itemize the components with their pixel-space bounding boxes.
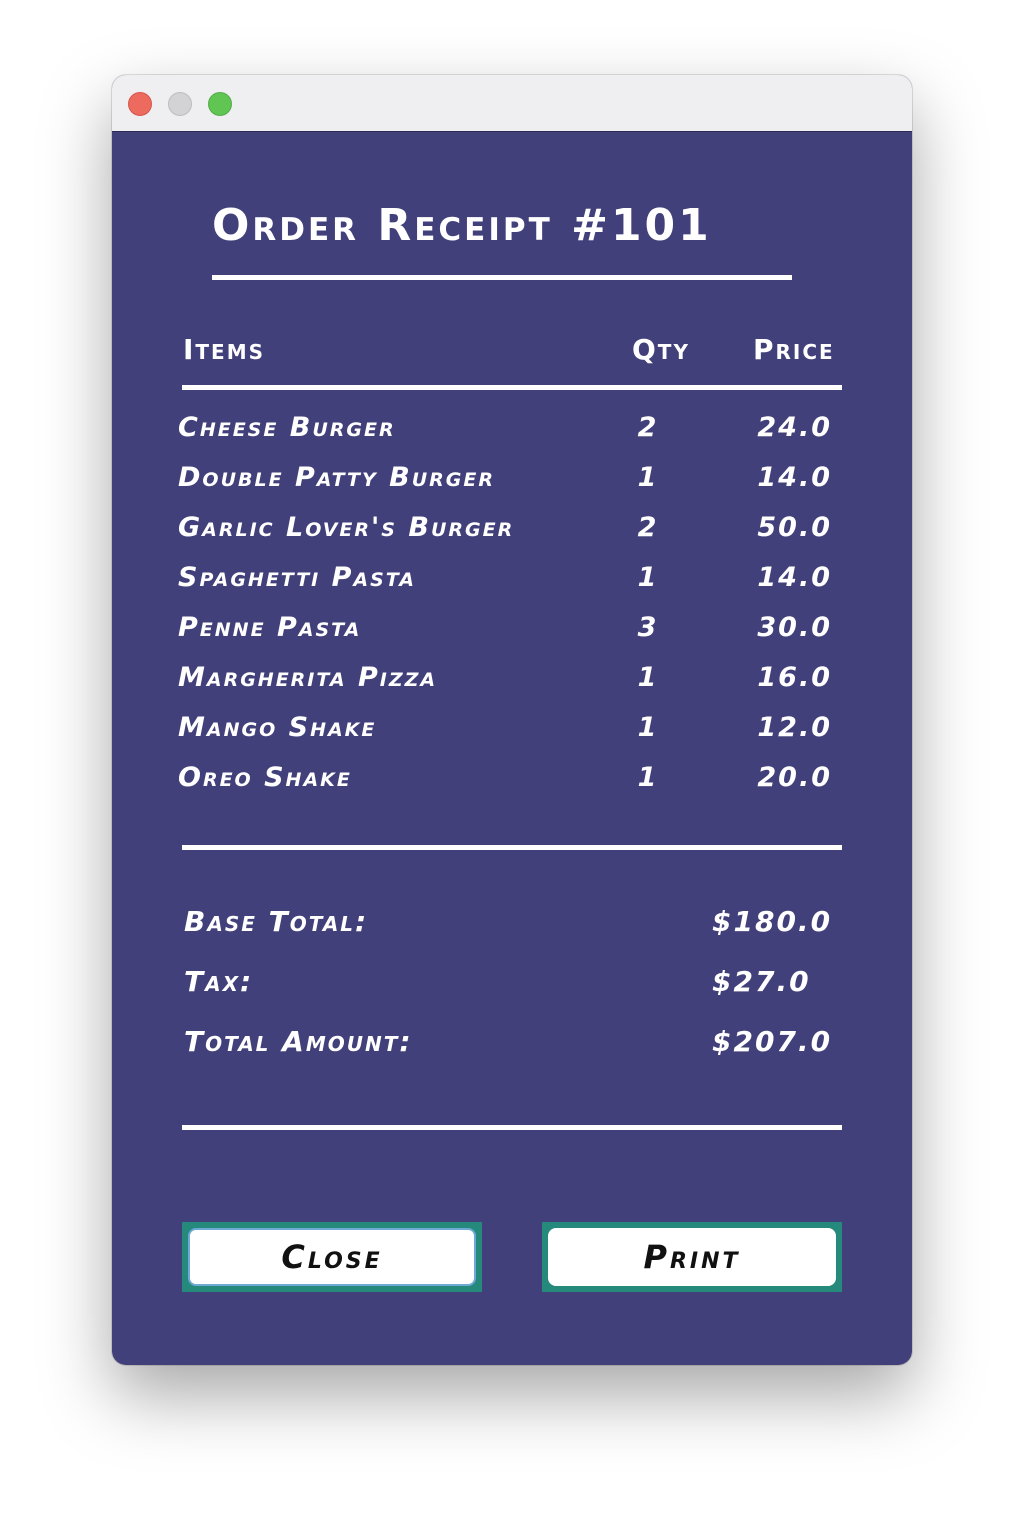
header-qty: Qty — [632, 333, 690, 366]
list-item: Margherita Pizza 1 16.0 — [112, 662, 912, 702]
receipt-title: Order Receipt #101 — [212, 200, 712, 251]
item-name: Cheese Burger — [178, 412, 396, 443]
item-name: Penne Pasta — [178, 612, 362, 643]
item-qty: 2 — [637, 512, 659, 543]
list-item: Spaghetti Pasta 1 14.0 — [112, 562, 912, 602]
list-item: Mango Shake 1 12.0 — [112, 712, 912, 752]
item-price: 30.0 — [757, 612, 832, 643]
item-qty: 1 — [637, 562, 659, 593]
tax-label: Tax: — [184, 965, 254, 998]
tax-value: $27.0 — [712, 965, 811, 998]
receipt-content: Order Receipt #101 Items Qty Price Chees… — [112, 132, 912, 1365]
summary-divider — [182, 1125, 842, 1130]
item-price: 20.0 — [757, 762, 832, 793]
total-amount-value: $207.0 — [712, 1025, 833, 1058]
item-qty: 1 — [637, 462, 659, 493]
minimize-window-icon[interactable] — [168, 92, 192, 116]
title-divider — [212, 275, 792, 280]
header-price: Price — [753, 333, 835, 366]
item-qty: 2 — [637, 412, 659, 443]
item-name: Spaghetti Pasta — [178, 562, 417, 593]
close-button-frame: Close — [182, 1222, 482, 1292]
list-item: Penne Pasta 3 30.0 — [112, 612, 912, 652]
header-items: Items — [183, 333, 266, 366]
close-window-icon[interactable] — [128, 92, 152, 116]
item-name: Oreo Shake — [178, 762, 352, 793]
base-total-value: $180.0 — [712, 905, 833, 938]
item-name: Mango Shake — [178, 712, 377, 743]
list-item: Oreo Shake 1 20.0 — [112, 762, 912, 802]
item-qty: 1 — [637, 662, 659, 693]
list-item: Double Patty Burger 1 14.0 — [112, 462, 912, 502]
print-button-frame: Print — [542, 1222, 842, 1292]
title-bar — [112, 75, 912, 132]
base-total-label: Base Total: — [184, 905, 369, 938]
list-item: Garlic Lover's Burger 2 50.0 — [112, 512, 912, 552]
item-name: Double Patty Burger — [178, 462, 495, 493]
item-price: 12.0 — [757, 712, 832, 743]
item-qty: 1 — [637, 712, 659, 743]
receipt-window: Order Receipt #101 Items Qty Price Chees… — [112, 75, 912, 1365]
item-price: 14.0 — [757, 462, 832, 493]
item-qty: 1 — [637, 762, 659, 793]
items-divider — [182, 845, 842, 850]
item-price: 50.0 — [757, 512, 832, 543]
zoom-window-icon[interactable] — [208, 92, 232, 116]
item-name: Garlic Lover's Burger — [178, 512, 515, 543]
item-price: 14.0 — [757, 562, 832, 593]
list-item: Cheese Burger 2 24.0 — [112, 412, 912, 452]
close-button[interactable]: Close — [188, 1228, 476, 1286]
total-amount-label: Total Amount: — [184, 1025, 413, 1058]
item-name: Margherita Pizza — [178, 662, 438, 693]
header-divider — [182, 385, 842, 390]
item-price: 16.0 — [757, 662, 832, 693]
item-price: 24.0 — [757, 412, 832, 443]
print-button[interactable]: Print — [548, 1228, 836, 1286]
item-qty: 3 — [637, 612, 659, 643]
